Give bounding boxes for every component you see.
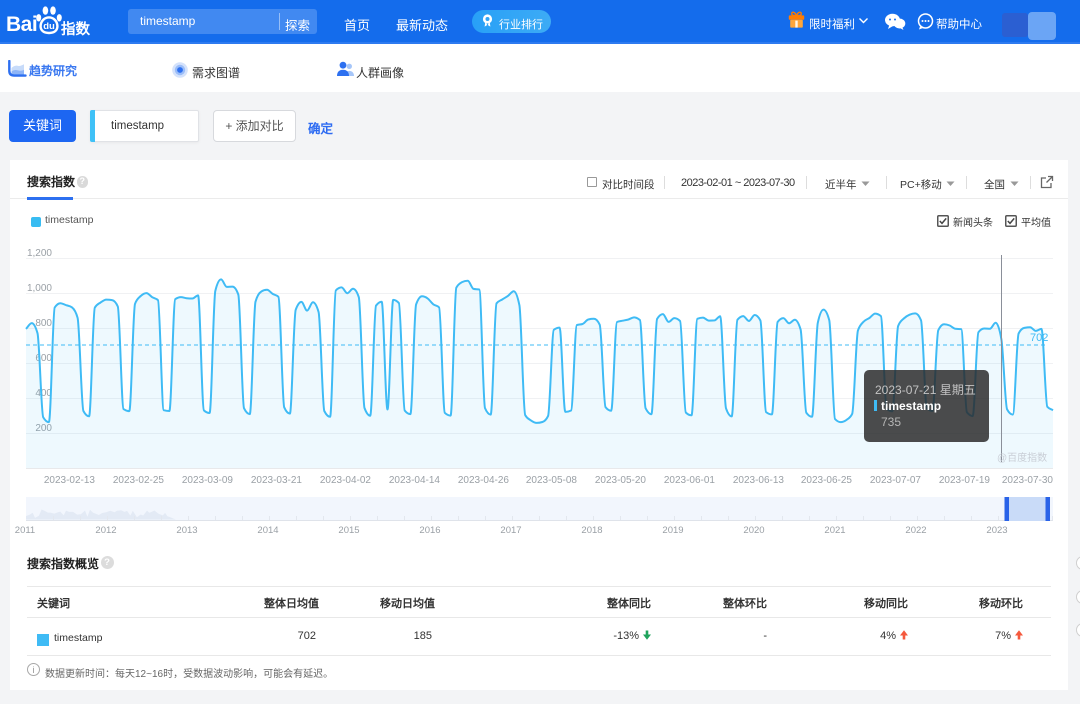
svg-text:2020: 2020 — [743, 525, 764, 536]
svg-text:du: du — [43, 21, 55, 32]
svg-text:2023-07-30: 2023-07-30 — [1002, 475, 1054, 486]
svg-text:2023: 2023 — [986, 525, 1007, 536]
svg-text:2023-04-02: 2023-04-02 — [320, 475, 372, 486]
svg-text:1,200: 1,200 — [27, 248, 52, 259]
svg-text:2023-05-20: 2023-05-20 — [595, 475, 647, 486]
svg-text:2023-02-13: 2023-02-13 — [44, 475, 96, 486]
svg-text:702: 702 — [1030, 332, 1048, 344]
svg-text:2018: 2018 — [581, 525, 602, 536]
svg-text:2015: 2015 — [338, 525, 359, 536]
svg-text:2023-06-13: 2023-06-13 — [733, 475, 785, 486]
svg-text:2023-04-26: 2023-04-26 — [458, 475, 510, 486]
svg-text:2017: 2017 — [500, 525, 521, 536]
svg-text:2013: 2013 — [176, 525, 197, 536]
svg-text:@百度指数: @百度指数 — [997, 451, 1047, 464]
svg-text:2023-06-01: 2023-06-01 — [664, 475, 716, 486]
svg-text:1,000: 1,000 — [27, 283, 52, 294]
svg-text:2022: 2022 — [905, 525, 926, 536]
svg-text:2021: 2021 — [824, 525, 845, 536]
svg-text:2023-06-25: 2023-06-25 — [801, 475, 853, 486]
svg-text:2011: 2011 — [15, 525, 35, 536]
svg-text:2019: 2019 — [662, 525, 683, 536]
svg-text:800: 800 — [35, 318, 52, 329]
svg-text:2023-07-19: 2023-07-19 — [939, 475, 991, 486]
svg-text:2012: 2012 — [95, 525, 116, 536]
svg-text:2016: 2016 — [419, 525, 440, 536]
svg-text:2023-07-07: 2023-07-07 — [870, 475, 922, 486]
svg-text:2023-03-09: 2023-03-09 — [182, 475, 234, 486]
svg-text:2023-04-14: 2023-04-14 — [389, 475, 441, 486]
svg-text:2023-02-25: 2023-02-25 — [113, 475, 165, 486]
svg-text:2023-05-08: 2023-05-08 — [526, 475, 578, 486]
svg-text:2014: 2014 — [257, 525, 278, 536]
svg-text:2023-03-21: 2023-03-21 — [251, 475, 303, 486]
